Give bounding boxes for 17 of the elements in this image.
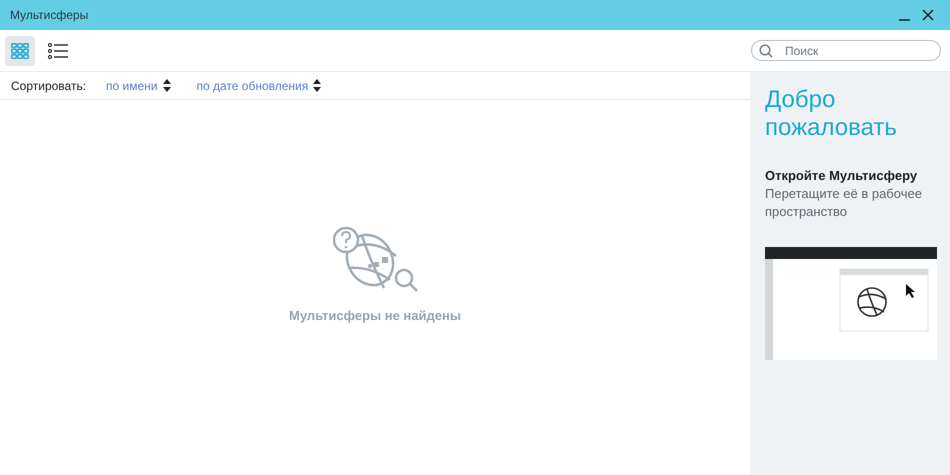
grid-icon bbox=[11, 42, 29, 58]
sort-label: Сортировать: bbox=[11, 78, 86, 92]
sort-option[interactable]: по дате обновления bbox=[196, 78, 322, 92]
close-icon bbox=[922, 9, 934, 21]
empty-message: Мультисферы не найдены bbox=[289, 308, 461, 323]
welcome-heading: Откройте Мультисферу bbox=[765, 168, 918, 183]
sort-icon bbox=[313, 79, 322, 92]
list-icon bbox=[48, 42, 68, 58]
welcome-text: Перетащите её в рабочее пространство bbox=[765, 185, 923, 221]
search-field[interactable]: Поиск bbox=[751, 40, 941, 61]
window-title: Мультисферы bbox=[10, 8, 90, 22]
search-icon bbox=[759, 44, 773, 58]
sort-icon bbox=[162, 79, 170, 92]
grid-view-button[interactable] bbox=[5, 36, 35, 66]
minimize-icon bbox=[898, 19, 910, 21]
welcome-title: Добро пожаловать bbox=[765, 86, 898, 142]
sort-option[interactable]: по имени bbox=[106, 78, 170, 92]
